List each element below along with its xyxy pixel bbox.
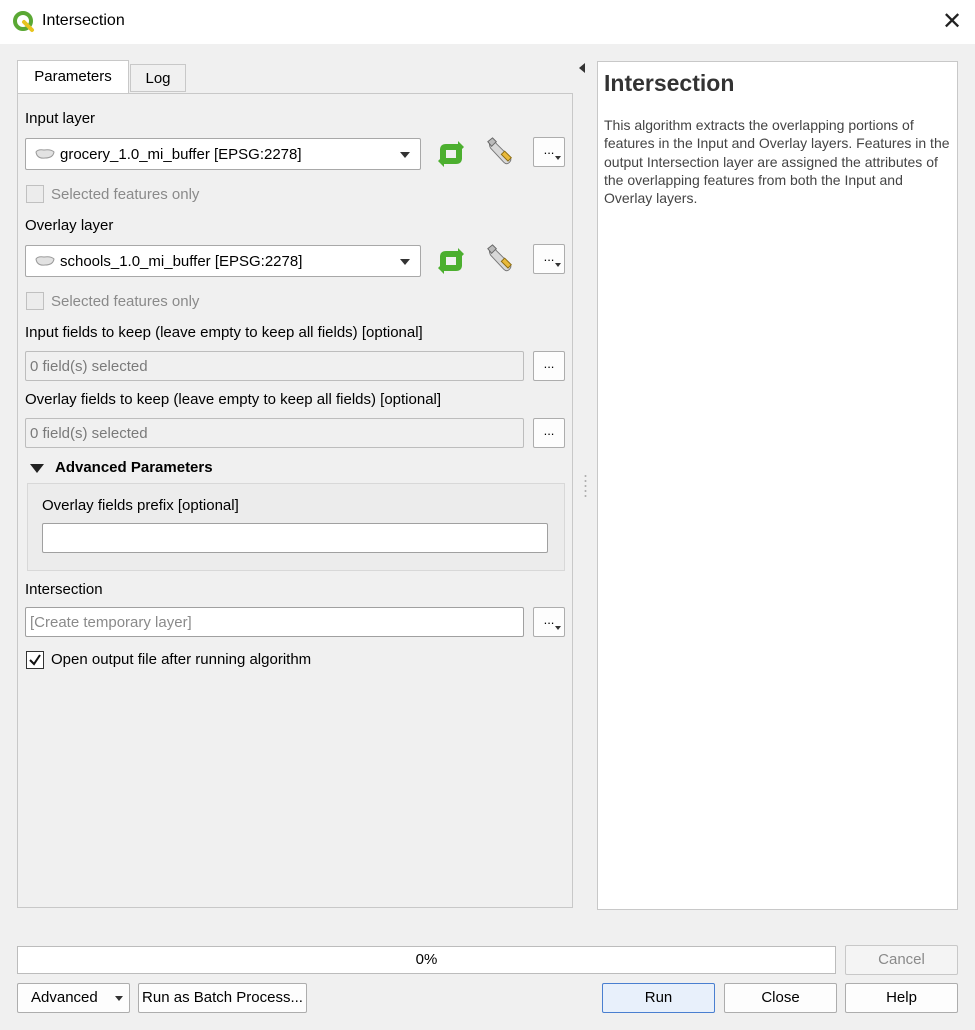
overlay-fields-label: Overlay fields to keep (leave empty to k… (25, 391, 442, 408)
open-output-checkbox[interactable] (26, 651, 44, 669)
iterate-refresh-icon[interactable] (434, 138, 468, 170)
polygon-layer-icon (35, 256, 55, 266)
overlay-selected-only-checkbox[interactable] (26, 292, 44, 310)
overlay-layer-label: Overlay layer (25, 217, 114, 234)
progress-bar: 0% (17, 946, 836, 974)
wrench-icon[interactable] (484, 136, 518, 168)
chevron-down-icon (115, 996, 123, 1001)
overlay-layer-value: schools_1.0_mi_buffer [EPSG:2278] (60, 253, 303, 270)
close-button[interactable]: Close (724, 983, 837, 1013)
overlay-selected-only-label: Selected features only (51, 293, 200, 310)
wrench-icon[interactable] (484, 243, 518, 275)
overlay-fields-value: 0 field(s) selected (30, 425, 148, 442)
input-layer-combo[interactable]: grocery_1.0_mi_buffer [EPSG:2278] (25, 138, 421, 170)
chevron-down-icon (400, 259, 410, 265)
overlay-prefix-label: Overlay fields prefix [optional] (42, 497, 239, 514)
close-window-icon[interactable]: ✕ (935, 6, 969, 38)
help-description: This algorithm extracts the overlapping … (604, 117, 950, 207)
cancel-button[interactable]: Cancel (845, 945, 958, 975)
input-fields-selector[interactable]: 0 field(s) selected (25, 351, 524, 381)
polygon-layer-icon (35, 149, 55, 159)
advanced-button[interactable]: Advanced (17, 983, 130, 1013)
collapse-triangle-icon[interactable] (29, 462, 45, 474)
overlay-prefix-input[interactable] (42, 523, 548, 553)
help-title: Intersection (604, 70, 735, 96)
splitter-handle[interactable] (584, 474, 587, 498)
overlay-fields-browse-button[interactable]: ... (533, 418, 565, 448)
tab-parameters[interactable]: Parameters (17, 60, 129, 95)
input-fields-browse-button[interactable]: ... (533, 351, 565, 381)
output-destination-input[interactable]: [Create temporary layer] (25, 607, 524, 637)
chevron-down-icon (400, 152, 410, 158)
input-fields-label: Input fields to keep (leave empty to kee… (25, 324, 423, 341)
run-batch-button[interactable]: Run as Batch Process... (138, 983, 307, 1013)
advanced-button-label: Advanced (31, 989, 98, 1006)
tab-log[interactable]: Log (130, 64, 186, 92)
overlay-layer-combo[interactable]: schools_1.0_mi_buffer [EPSG:2278] (25, 245, 421, 277)
input-layer-label: Input layer (25, 110, 96, 127)
open-output-label: Open output file after running algorithm (51, 651, 312, 668)
output-browse-button[interactable]: ... (533, 607, 565, 637)
output-label: Intersection (25, 581, 103, 598)
window-title: Intersection (42, 12, 125, 29)
run-button[interactable]: Run (602, 983, 715, 1013)
checkmark-icon (29, 654, 41, 666)
title-bar: Intersection ✕ (0, 0, 975, 44)
qgis-logo-icon (13, 11, 34, 32)
input-layer-browse-button[interactable]: ... (533, 137, 565, 167)
input-selected-only-label: Selected features only (51, 186, 200, 203)
input-fields-value: 0 field(s) selected (30, 358, 148, 375)
help-button[interactable]: Help (845, 983, 958, 1013)
collapse-help-arrow-icon[interactable] (579, 63, 585, 73)
advanced-parameters-header[interactable]: Advanced Parameters (55, 459, 213, 476)
input-selected-only-checkbox[interactable] (26, 185, 44, 203)
output-placeholder: [Create temporary layer] (30, 614, 192, 631)
iterate-refresh-icon[interactable] (434, 245, 468, 277)
overlay-fields-selector[interactable]: 0 field(s) selected (25, 418, 524, 448)
overlay-layer-browse-button[interactable]: ... (533, 244, 565, 274)
help-panel: Intersection This algorithm extracts the… (597, 61, 958, 910)
progress-text: 0% (415, 951, 438, 968)
input-layer-value: grocery_1.0_mi_buffer [EPSG:2278] (60, 146, 302, 163)
